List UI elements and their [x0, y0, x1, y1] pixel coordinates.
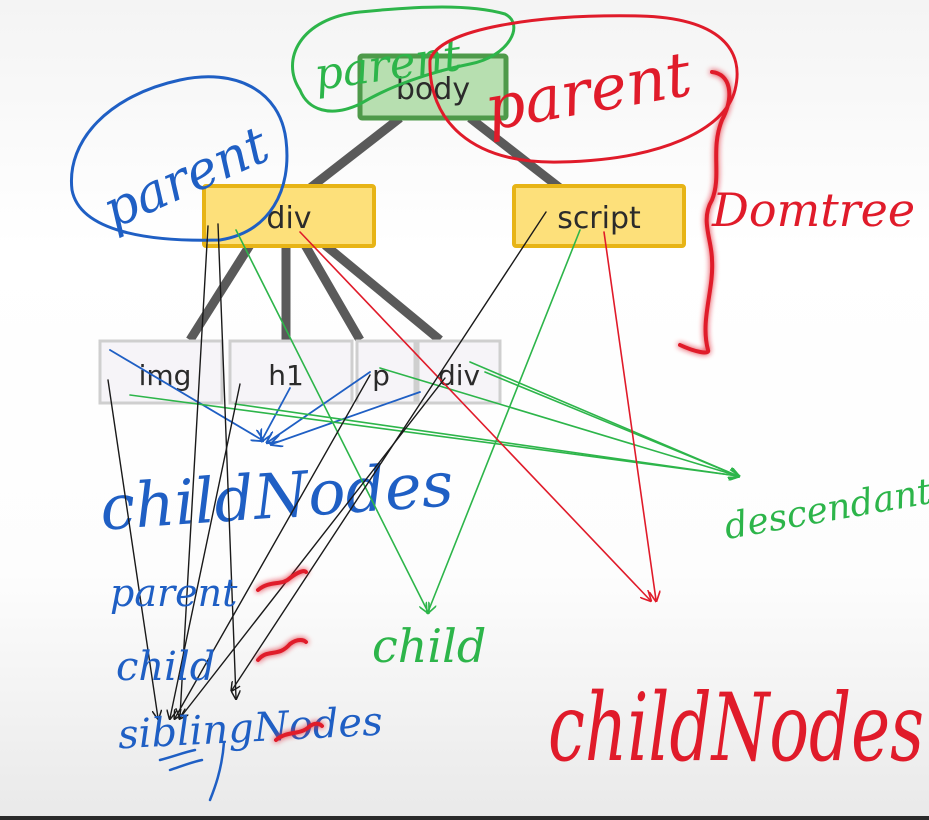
annotation-sibling-labels: parent child siblingNodes	[110, 571, 384, 802]
edge-body-div	[307, 114, 403, 192]
dom-tree-diagram: body div script img h1 p div parent pare…	[69, 5, 929, 802]
edge-div-p	[301, 242, 364, 343]
blue-childnodes-text: childNodes	[98, 447, 456, 545]
descendants-text: descendants	[721, 468, 929, 548]
bottom-bar	[0, 816, 929, 820]
red-tilde-2	[256, 638, 308, 662]
green-arrow-5	[484, 371, 738, 476]
green-child-text: child	[372, 619, 486, 673]
node-script: script	[512, 184, 686, 248]
node-h1-label: h1	[268, 359, 304, 392]
red-parent-text: parent	[479, 37, 696, 145]
node-p: p	[355, 339, 417, 405]
red-arrow-script	[603, 231, 656, 600]
node-div-leaf: div	[416, 339, 502, 405]
node-p-label: p	[372, 359, 390, 392]
domtree-text: Domtree	[711, 183, 915, 237]
edge-div-div	[322, 241, 443, 344]
node-img: img	[98, 339, 224, 405]
blue-child-small-text: child	[116, 644, 215, 690]
node-script-label: script	[557, 201, 641, 236]
red-childnodes-text: childNodes	[548, 674, 924, 783]
blue-parent-small-text: parent	[110, 571, 238, 615]
node-h1: h1	[228, 339, 354, 405]
node-img-label: img	[139, 359, 192, 392]
